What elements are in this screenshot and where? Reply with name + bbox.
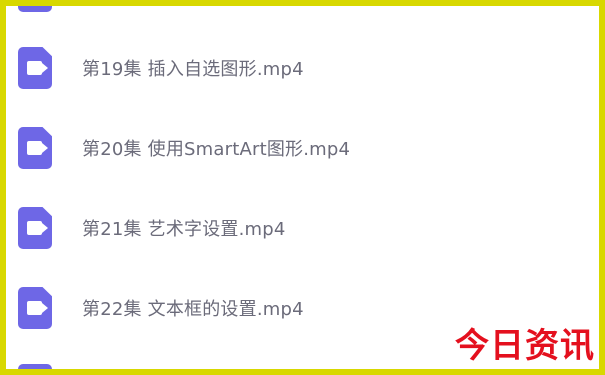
file-name: 第21集 艺术字设置.mp4 bbox=[82, 219, 286, 240]
video-file-icon bbox=[18, 287, 52, 329]
file-list-item[interactable]: 第21集 艺术字设置.mp4 bbox=[6, 188, 599, 268]
watermark: 今日资讯 bbox=[455, 326, 595, 366]
file-list-item[interactable]: 第20集 使用SmartArt图形.mp4 bbox=[6, 108, 599, 188]
file-list-panel: 第19集 插入自选图形.mp4 第20集 使用SmartArt图形.mp4 第2… bbox=[6, 6, 599, 369]
video-file-icon bbox=[18, 47, 52, 89]
video-file-icon bbox=[18, 207, 52, 249]
partial-video-file-icon bbox=[18, 364, 52, 369]
file-name: 第19集 插入自选图形.mp4 bbox=[82, 59, 304, 80]
file-name: 第20集 使用SmartArt图形.mp4 bbox=[82, 139, 351, 160]
file-name: 第22集 文本框的设置.mp4 bbox=[82, 299, 304, 320]
partial-video-file-icon bbox=[18, 6, 52, 12]
video-file-icon bbox=[18, 127, 52, 169]
file-list-item[interactable]: 第19集 插入自选图形.mp4 bbox=[6, 28, 599, 108]
